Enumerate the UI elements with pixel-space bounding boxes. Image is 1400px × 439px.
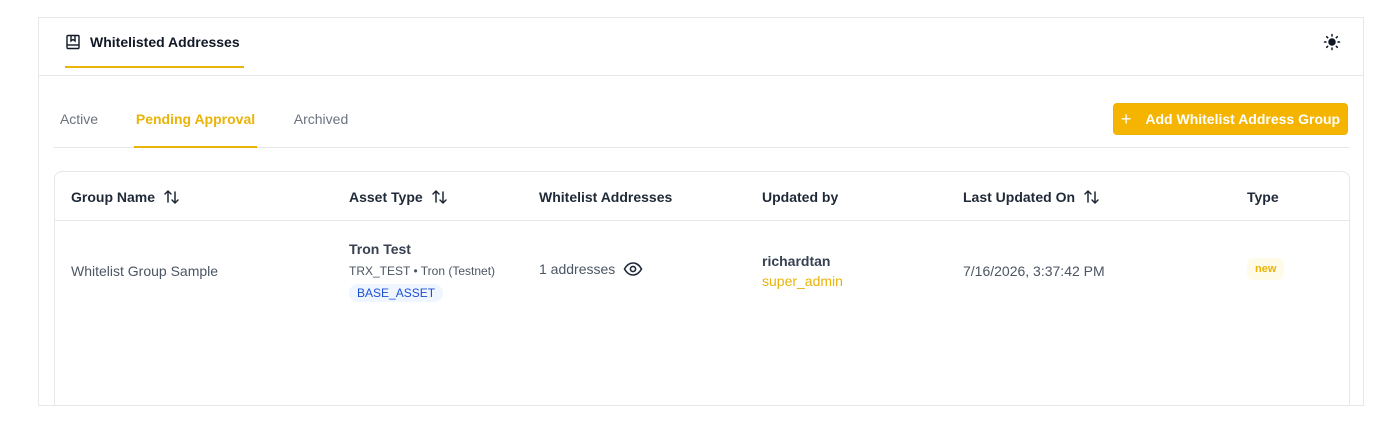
column-label: Updated by [762,188,839,205]
asset-badge: BASE_ASSET [349,284,444,302]
column-header-updated-by: Updated by [762,172,838,221]
top-bar: Whitelisted Addresses [39,18,1363,76]
column-header-asset-type: Asset Type [349,172,449,221]
asset-type-cell: Tron Test TRX_TEST • Tron (Testnet) BASE… [349,241,495,302]
tab-pending-approval[interactable]: Pending Approval [134,102,257,148]
group-name-cell: Whitelist Group Sample [71,263,219,279]
type-cell: new [1247,258,1285,280]
column-label: Whitelist Addresses [539,188,673,205]
book-icon [65,34,81,50]
address-count: 1 addresses [539,261,616,277]
updated-by-name: richardtan [762,253,831,269]
column-header-group-name: Group Name [71,172,181,221]
updated-by-cell: richardtan super_admin [762,253,843,289]
sun-icon [1323,33,1341,56]
tab-archived[interactable]: Archived [292,102,350,148]
tab-active[interactable]: Active [58,102,100,148]
column-label: Last Updated On [963,188,1076,205]
asset-name: Tron Test [349,241,411,257]
add-whitelist-address-group-button[interactable]: + Add Whitelist Address Group [1113,103,1348,135]
sort-icon[interactable] [431,189,449,205]
column-header-last-updated-on: Last Updated On [963,172,1101,221]
sort-icon[interactable] [163,189,181,205]
eye-icon[interactable] [623,262,643,276]
page-tab-whitelisted-addresses[interactable]: Whitelisted Addresses [65,18,244,68]
add-button-label: Add Whitelist Address Group [1145,111,1341,127]
table-header: Group Name Asset Type Whitelist Addresse… [55,172,1349,221]
column-label: Group Name [71,188,156,205]
status-badge: new [1247,258,1285,280]
column-header-whitelist-addresses: Whitelist Addresses [539,172,672,221]
plus-icon: + [1120,109,1132,129]
column-label: Type [1247,188,1279,205]
column-label: Asset Type [349,188,423,205]
page-title: Whitelisted Addresses [90,34,240,50]
whitelist-panel: Whitelisted Addresses Active Pending App… [38,17,1364,406]
whitelist-addresses-cell: 1 addresses [539,261,643,277]
theme-toggle-button[interactable] [1321,33,1343,55]
updated-by-role: super_admin [762,273,843,289]
asset-network: TRX_TEST • Tron (Testnet) [349,264,496,278]
last-updated-cell: 7/16/2026, 3:37:42 PM [963,263,1105,279]
sort-icon[interactable] [1083,189,1101,205]
column-header-type: Type [1247,172,1279,221]
whitelist-table: Group Name Asset Type Whitelist Addresse… [54,171,1350,405]
